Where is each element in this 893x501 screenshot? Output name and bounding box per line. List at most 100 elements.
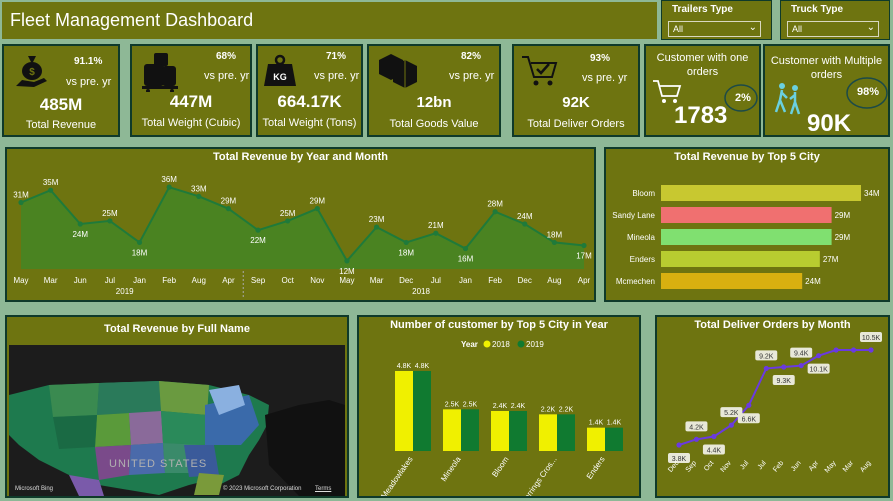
kpi-value: 664.17K (277, 92, 342, 111)
data-point (798, 362, 804, 369)
data-point (850, 347, 857, 353)
x-tick-label: Dec (518, 276, 532, 285)
x-tick-label: Herrings Cros... (519, 455, 559, 496)
kpi-card-weight-tons: KG 71% vs pre. yr 664.17K Total Weight (… (256, 44, 363, 137)
bar-category-label: Sandy Lane (612, 211, 655, 220)
map-country-label: UNITED STATES (109, 458, 207, 470)
bar-value-label: 1.4K (607, 420, 622, 427)
bar (539, 414, 557, 451)
data-label: 5.2K (724, 410, 739, 417)
revenue-map-panel: Total Revenue by Full Name UNITED STATES… (5, 315, 349, 498)
data-point (285, 218, 291, 224)
svg-text:$: $ (29, 67, 35, 78)
customer-one-value: 1783 (674, 102, 728, 129)
data-label: 28M (487, 200, 503, 209)
title-bar: Fleet Management Dashboard (2, 2, 657, 39)
customer-multi-value: 90K (807, 110, 852, 137)
bar (661, 273, 803, 289)
x-tick-label: Mineola (439, 455, 463, 484)
luggage-icon (142, 53, 178, 92)
x-tick-label: Nov (720, 459, 734, 473)
x-tick-label: May (824, 459, 838, 474)
trailers-type-slicer[interactable]: Trailers Type All ⌄ (661, 0, 772, 40)
bar (605, 427, 623, 451)
data-point (314, 206, 320, 212)
map-terms-link[interactable]: Terms (315, 486, 331, 492)
kpi-label: Total Deliver Orders (527, 118, 625, 130)
data-point (781, 364, 787, 370)
data-label: 4.4K (707, 447, 722, 454)
x-tick-label: Bloom (490, 455, 511, 479)
kpi-label: Total Weight (Cubic) (141, 117, 241, 129)
data-point (136, 239, 143, 246)
deliver-orders-month-chart: Total Deliver Orders by Month 3.8K Dec 4.2… (655, 315, 890, 498)
bar (587, 427, 605, 451)
data-label: 4.2K (689, 424, 704, 431)
truck-type-dropdown[interactable]: All ⌄ (787, 21, 879, 37)
data-label: 9.2K (759, 353, 774, 360)
kpi-value: 447M (169, 92, 213, 111)
data-point (816, 353, 822, 359)
bar (661, 207, 832, 223)
data-label: 18M (547, 230, 563, 239)
x-tick-label: May (339, 276, 354, 285)
customers-grouped-bar-chart: Year 2018 2019 4.8K 4.8K Meadowlakes 2.5K 2.5K M… (379, 340, 623, 496)
kpi-value: 485M (39, 95, 83, 114)
data-point (693, 436, 700, 442)
deliver-line-chart: 3.8KDec4.2KSep4.4KOct5.2KNov6.6KJul9.2KJ… (667, 332, 882, 474)
bar (413, 371, 431, 451)
year-label: 2018 (412, 287, 430, 296)
kpi-vs: vs pre. yr (449, 70, 495, 82)
data-point (196, 193, 202, 199)
x-tick-label: Jun (790, 460, 803, 473)
map-canvas[interactable]: UNITED STATES Microsoft Bing © 2023 Micr… (9, 345, 345, 496)
bar (661, 229, 832, 245)
us-map: UNITED STATES (9, 381, 345, 496)
data-label: 29M (310, 197, 326, 206)
data-label: 33M (191, 184, 207, 193)
customer-multi-pct: 98% (857, 86, 880, 98)
bar-value-label: 4.8K (397, 363, 412, 370)
bar-category-label: Enders (630, 255, 655, 264)
kg-icon-text: KG (273, 72, 287, 82)
kpi-label: Total Goods Value (389, 118, 479, 130)
customer-one-pct: 2% (735, 92, 751, 104)
kpi-pct: 82% (461, 51, 482, 62)
data-label: 21M (428, 221, 444, 230)
kpi-card-goods-value: 82% vs pre. yr 12bn Total Goods Value (367, 44, 501, 137)
data-point (433, 230, 439, 236)
shopping-cart-icon (653, 80, 682, 103)
data-point (373, 224, 380, 230)
kpi-vs: vs pre. yr (66, 76, 112, 88)
page-title: Fleet Management Dashboard (10, 10, 254, 30)
series-line (678, 349, 871, 446)
x-tick-label: Mar (842, 459, 856, 473)
bar (509, 411, 527, 451)
kpi-card-total-revenue: $ 91.1% vs pre. yr 485M Total Revenue (2, 44, 120, 137)
x-tick-label: May (13, 276, 28, 285)
kpi-card-deliver-orders: 93% vs pre. yr 92K Total Deliver Orders (512, 44, 640, 137)
data-point (462, 245, 469, 252)
x-tick-label: Sep (251, 276, 266, 285)
map-copyright: © 2023 Microsoft Corporation (223, 486, 302, 492)
kpi-pct: 71% (326, 51, 347, 62)
trailers-type-dropdown[interactable]: All ⌄ (668, 21, 761, 37)
x-tick-label: Apr (808, 459, 821, 472)
boxes-icon (379, 54, 417, 88)
bar-value-label: 1.4K (589, 420, 604, 427)
x-tick-label: Aug (547, 276, 561, 285)
data-label: 25M (280, 209, 296, 218)
chevron-down-icon: ⌄ (748, 22, 757, 33)
bar-value-label: 27M (823, 255, 839, 264)
bing-logo: Microsoft Bing (15, 486, 54, 492)
legend-title: Year (461, 340, 478, 349)
bar-value-label: 2.5K (445, 401, 460, 408)
data-label: 18M (132, 248, 148, 257)
data-label: 12M (339, 267, 355, 276)
x-tick-label: Aug (859, 460, 872, 474)
bar-value-label: 2.2K (559, 406, 574, 413)
bar-category-label: Mineola (627, 233, 656, 242)
truck-type-slicer[interactable]: Truck Type All ⌄ (780, 0, 890, 40)
x-tick-label: Meadowlakes (379, 455, 414, 496)
x-tick-label: Jul (431, 276, 441, 285)
